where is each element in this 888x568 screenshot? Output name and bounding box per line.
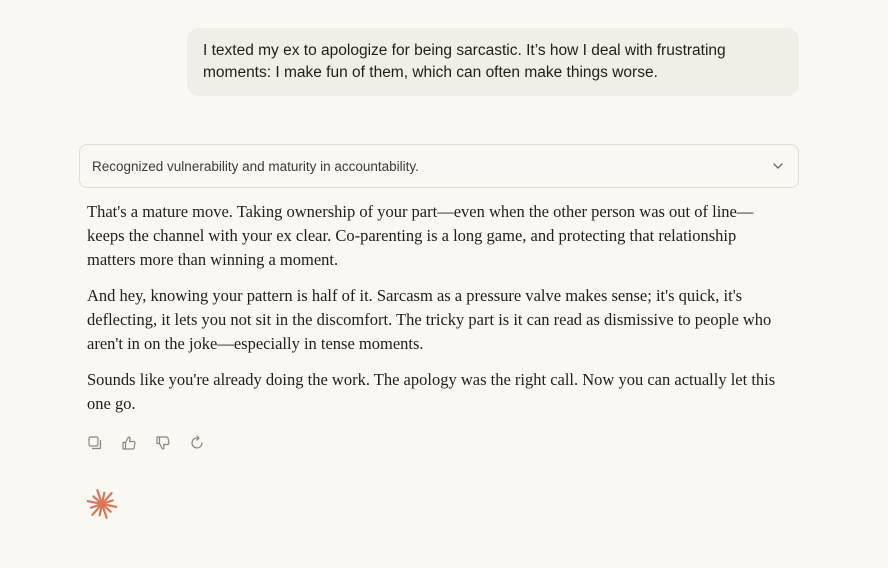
chevron-down-icon: [770, 158, 786, 174]
claude-spark-icon: [86, 489, 118, 519]
response-paragraph: And hey, knowing your pattern is half of…: [87, 286, 772, 353]
assistant-response: That's a mature move. Taking ownership o…: [87, 200, 777, 428]
retry-icon[interactable]: [188, 434, 206, 452]
user-message-bubble: I texted my ex to apologize for being sa…: [187, 28, 799, 96]
thumbs-down-icon[interactable]: [154, 434, 172, 452]
copy-icon[interactable]: [86, 434, 104, 452]
message-actions: [86, 434, 206, 452]
thinking-summary-text: Recognized vulnerability and maturity in…: [92, 158, 419, 174]
thumbs-up-icon[interactable]: [120, 434, 138, 452]
thinking-summary-toggle[interactable]: Recognized vulnerability and maturity in…: [79, 144, 799, 188]
user-message-text: I texted my ex to apologize for being sa…: [203, 42, 726, 81]
response-paragraph: Sounds like you're already doing the wor…: [87, 370, 776, 413]
response-paragraph: That's a mature move. Taking ownership o…: [87, 202, 754, 269]
